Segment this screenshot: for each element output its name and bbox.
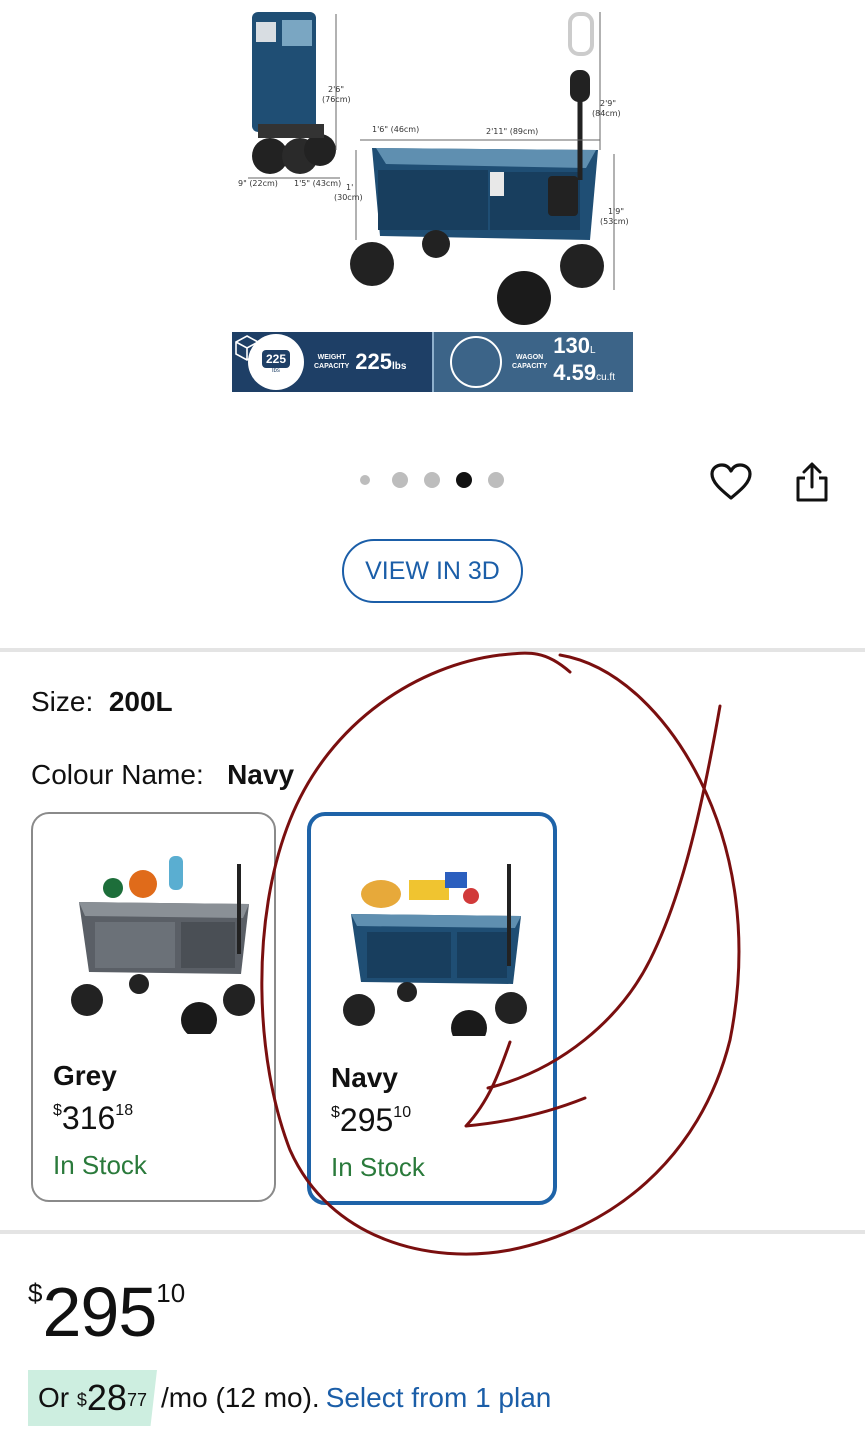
- grey-wagon-image: [71, 856, 255, 1034]
- section-divider: [0, 1230, 865, 1234]
- dim-handle: 2'9": [600, 99, 616, 108]
- dim-handle-cm: (84cm): [592, 109, 621, 118]
- section-divider: [0, 648, 865, 652]
- wagon-capacity-label: WAGON CAPACITY: [512, 353, 547, 371]
- swatch-stock-status: In Stock: [331, 1152, 425, 1182]
- monthly-price-pill: Or $28 77: [28, 1370, 157, 1426]
- wagon-capacity-liters: 130: [553, 333, 590, 358]
- swatch-price-cents: 10: [393, 1104, 412, 1121]
- carousel-indicator: [360, 472, 504, 488]
- plan-cents: 77: [126, 1389, 147, 1410]
- spec-banner: 225 lbs WEIGHT CAPACITY 225lbs WAGON CAP…: [232, 332, 633, 392]
- dim-folded-height-cm: (76cm): [322, 95, 351, 104]
- colour-swatch-grey[interactable]: Grey $31618 In Stock: [31, 812, 276, 1202]
- dim-folded-height: 2'6": [328, 85, 344, 94]
- swatch-price-currency: $: [331, 1104, 340, 1121]
- dim-folded-depth: 9" (22cm): [238, 179, 278, 188]
- dim-bed-height: 1': [346, 183, 353, 192]
- wagon-capacity-cuft-unit: cu.ft: [596, 372, 615, 383]
- weight-value: 225: [355, 349, 392, 374]
- carousel-dot[interactable]: [392, 472, 408, 488]
- wagon-capacity-cuft: 4.59: [553, 360, 597, 385]
- weight-unit: lbs: [391, 361, 407, 372]
- swatch-stock-status: In Stock: [53, 1150, 147, 1180]
- share-icon: [796, 462, 828, 502]
- favorite-button[interactable]: [708, 460, 754, 504]
- swatch-price-cents: 18: [115, 1102, 134, 1119]
- main-price-currency: $: [28, 1278, 43, 1308]
- weight-capacity-label: WEIGHT CAPACITY: [314, 353, 349, 371]
- carousel-dot-active[interactable]: [456, 472, 472, 488]
- payment-plan: Or $28 77 /mo (12 mo). Select from 1 plan: [28, 1370, 551, 1426]
- carousel-dot[interactable]: [360, 475, 370, 485]
- plan-term: /mo (12 mo).: [160, 1382, 320, 1413]
- heart-icon: [710, 463, 752, 500]
- wagon-capacity-liters-unit: L: [589, 345, 596, 356]
- size-selection: Size: 200L: [31, 686, 173, 718]
- swatch-price: $31618: [53, 1100, 133, 1137]
- main-price-cents: 10: [156, 1278, 186, 1308]
- swatch-price-currency: $: [53, 1102, 62, 1119]
- colour-value: Navy: [227, 759, 295, 790]
- wagon-capacity-value: 130L 4.59cu.ft: [553, 335, 615, 389]
- weight-capacity-panel: 225 lbs WEIGHT CAPACITY 225lbs: [232, 332, 432, 392]
- weight-badge-unit: lbs: [272, 368, 280, 374]
- dim-bed-height-cm: (30cm): [334, 193, 363, 202]
- carousel-dot[interactable]: [488, 472, 504, 488]
- swatch-price-dollars: 316: [61, 1100, 116, 1136]
- swatch-name: Grey: [53, 1060, 117, 1091]
- product-image[interactable]: 2'6" (76cm) 9" (22cm) 1'5" (43cm) 1'6" (…: [0, 0, 865, 420]
- wagon-capacity-panel: WAGON CAPACITY 130L 4.59cu.ft: [235, 332, 633, 392]
- weight-label-line1: WEIGHT: [317, 354, 346, 361]
- view-in-3d-button[interactable]: VIEW IN 3D: [342, 539, 523, 603]
- colour-label: Colour Name:: [31, 759, 204, 790]
- dim-width-short: 1'6" (46cm): [372, 125, 419, 134]
- weight-label-line2: CAPACITY: [314, 363, 350, 370]
- swatch-price: $29510: [331, 1102, 411, 1139]
- dim-length: 2'11" (89cm): [486, 127, 538, 136]
- weight-badge-value: 225: [261, 350, 291, 368]
- size-label: Size:: [31, 686, 94, 717]
- navy-wagon-image: [343, 864, 527, 1036]
- dim-folded-width: 1'5" (43cm): [294, 179, 341, 188]
- dim-total-height-cm: (53cm): [600, 217, 629, 226]
- plan-prefix: Or: [38, 1382, 70, 1413]
- colour-swatch-navy[interactable]: Navy $29510 In Stock: [307, 812, 557, 1205]
- colour-selection: Colour Name: Navy: [31, 759, 294, 791]
- carousel-dot[interactable]: [424, 472, 440, 488]
- size-value: 200L: [108, 686, 173, 717]
- weight-capacity-value: 225lbs: [355, 349, 406, 375]
- wagon-label-line1: WAGON: [516, 354, 544, 361]
- plan-dollars: 28: [86, 1377, 127, 1418]
- share-button[interactable]: [790, 460, 834, 504]
- main-price: $29510: [28, 1272, 185, 1352]
- main-price-dollars: 295: [42, 1273, 157, 1351]
- dim-total-height: 1'9": [608, 207, 624, 216]
- swatch-price-dollars: 295: [339, 1102, 394, 1138]
- wagon-label-line2: CAPACITY: [512, 363, 548, 370]
- select-plan-link[interactable]: Select from 1 plan: [326, 1382, 552, 1414]
- cube-icon: [235, 335, 502, 388]
- plan-currency: $: [76, 1389, 87, 1410]
- swatch-name: Navy: [331, 1062, 398, 1093]
